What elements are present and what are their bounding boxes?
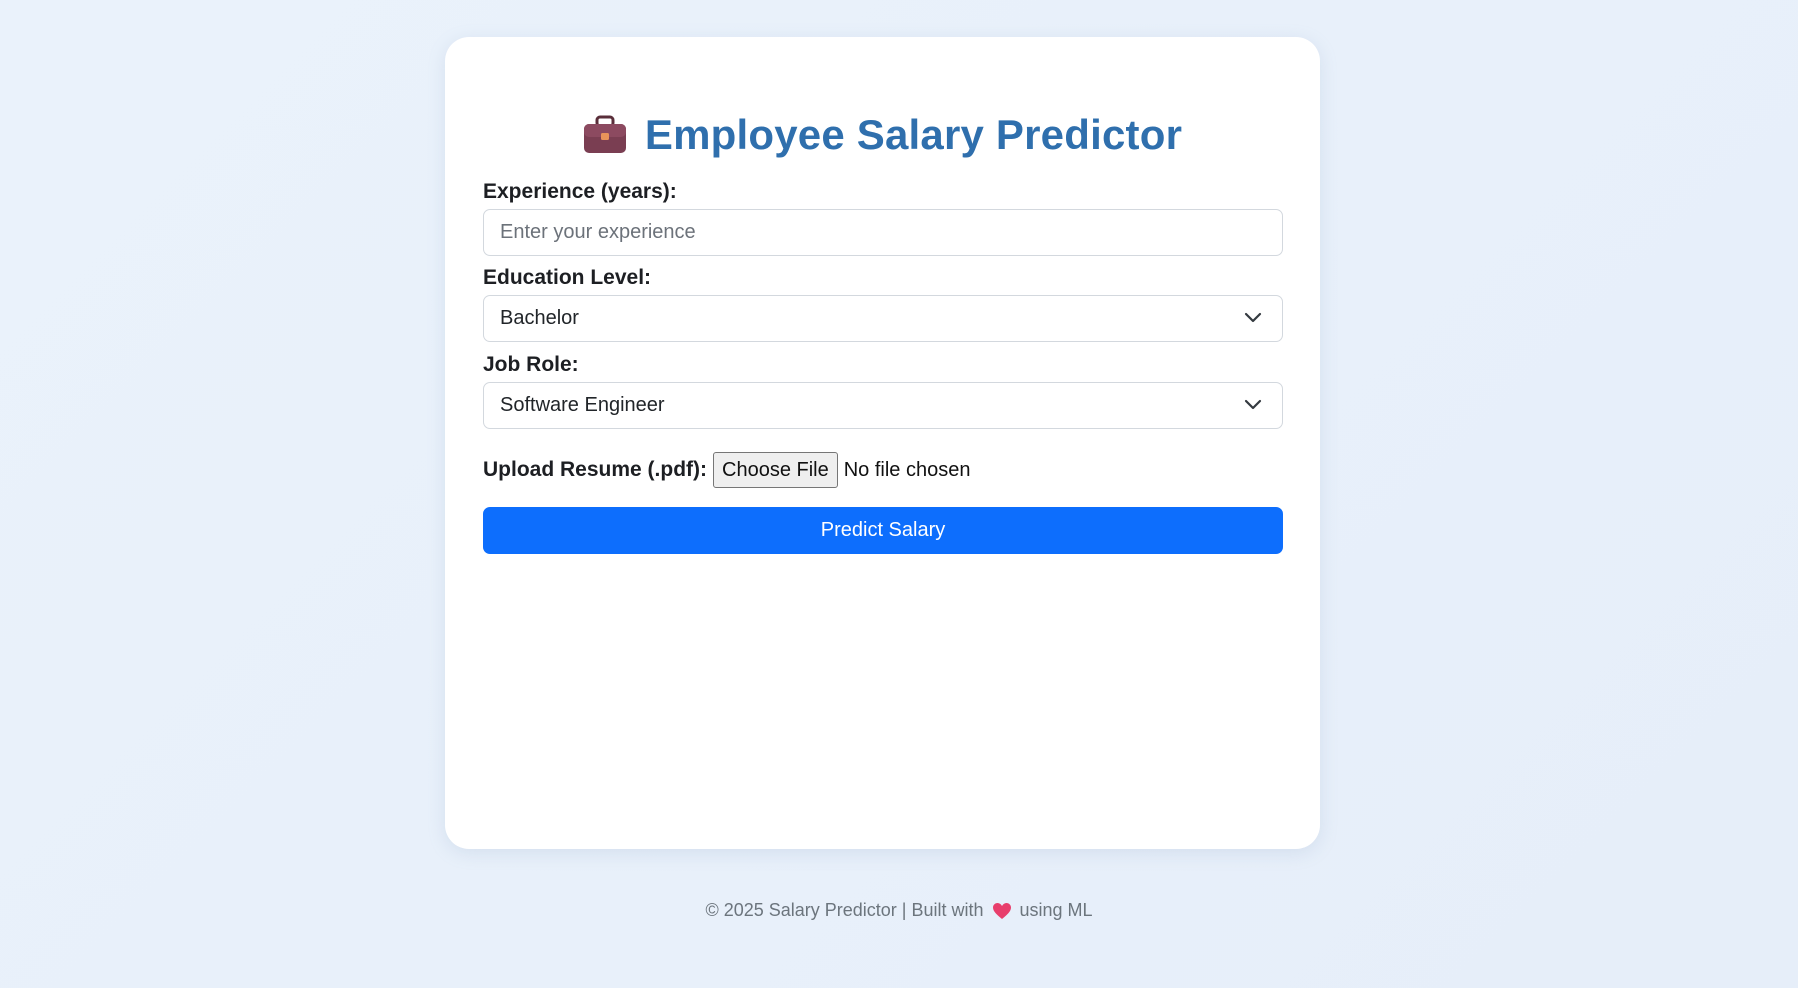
experience-field[interactable]	[483, 209, 1283, 256]
resume-label: Upload Resume (.pdf):	[483, 458, 707, 481]
heart-icon	[992, 902, 1012, 920]
predict-salary-button[interactable]: Predict Salary	[483, 507, 1283, 554]
job-role-selected-value: Software Engineer	[500, 394, 665, 416]
education-select[interactable]: Bachelor	[483, 295, 1283, 342]
resume-upload: Upload Resume (.pdf): Choose File No fil…	[483, 452, 970, 488]
page-title: Employee Salary Predictor	[644, 111, 1183, 158]
job-role-select[interactable]: Software Engineer	[483, 382, 1283, 429]
education-selected-value: Bachelor	[500, 307, 579, 329]
footer-text-before: © 2025 Salary Predictor | Built with	[705, 900, 984, 920]
education-label: Education Level:	[483, 266, 652, 289]
predictor-card: Employee Salary Predictor Experience (ye…	[445, 37, 1320, 849]
chevron-down-icon	[1244, 307, 1282, 330]
briefcase-icon	[583, 115, 627, 155]
file-status: No file chosen	[843, 458, 971, 481]
footer-text-after: using ML	[1019, 900, 1093, 920]
chevron-down-icon	[1244, 394, 1282, 417]
footer: © 2025 Salary Predictor | Built with usi…	[0, 900, 1798, 921]
choose-file-button[interactable]: Choose File	[713, 452, 838, 488]
experience-input[interactable]	[500, 210, 1282, 255]
experience-label: Experience (years):	[483, 180, 677, 203]
job-role-label: Job Role:	[483, 353, 579, 376]
page-header: Employee Salary Predictor	[445, 111, 1320, 159]
